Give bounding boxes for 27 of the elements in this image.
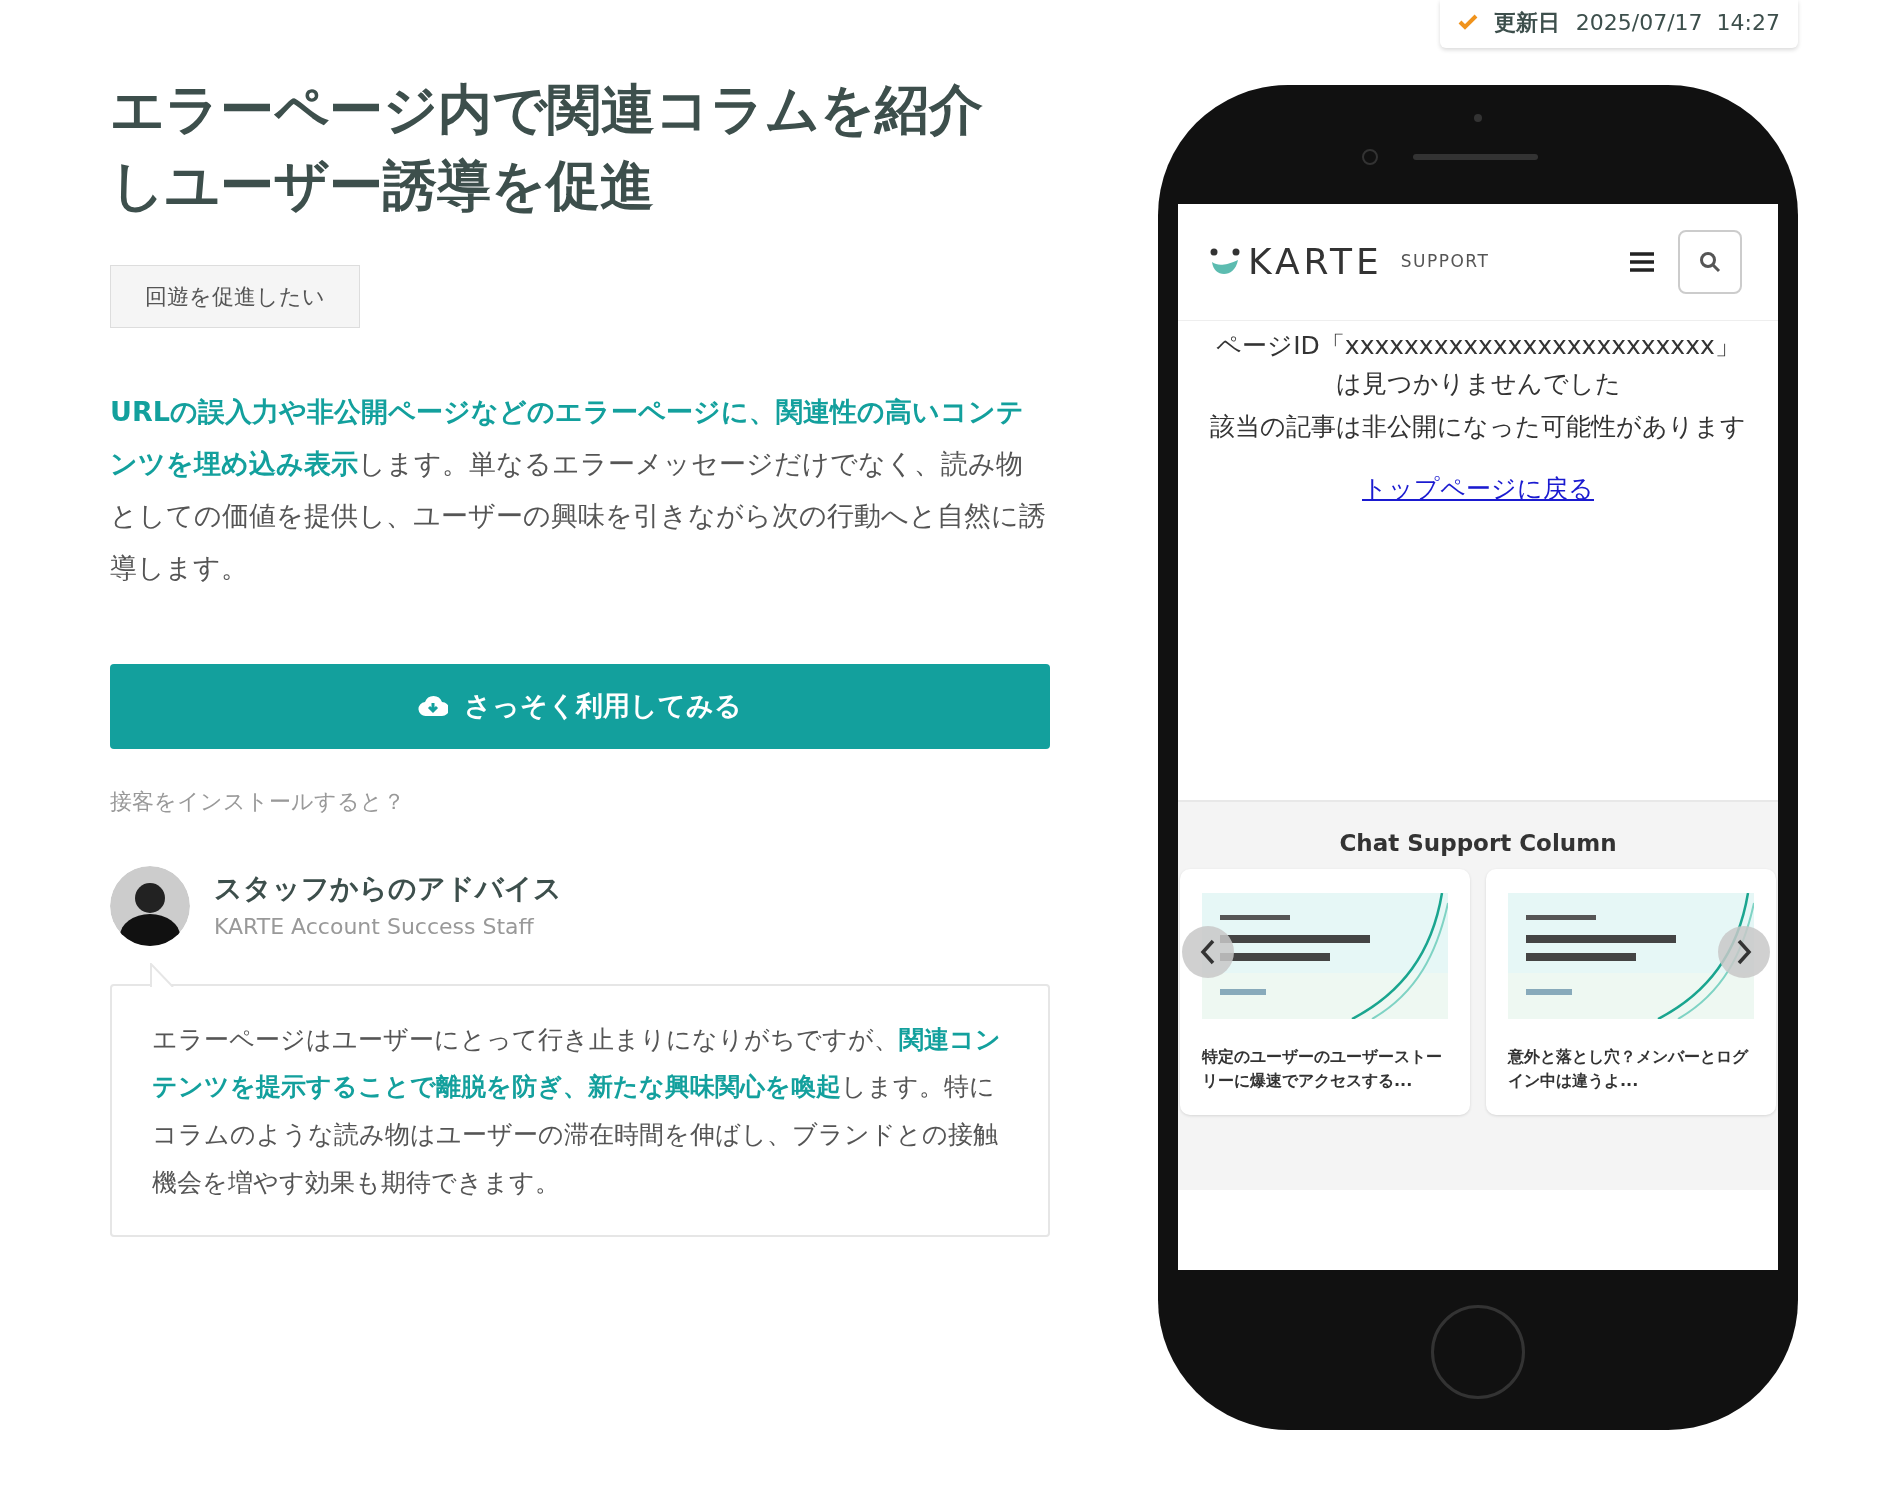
advice-text: エラーページはユーザーにとって行き止まりになりがちですが、関連コンテンツを提示することで離脱を防ぎ、新たな興味関心を喚起します。特にコラムのような読み物はユーザーの滞在時間を伸ばし、ブランドとの接触機会を増やす効果も期待できます。 (152, 1023, 1002, 1199)
section-title: Chat Support Column (1338, 829, 1618, 858)
search-button[interactable] (1678, 230, 1742, 294)
error-message: ページID「xxxxxxxxxxxxxxxxxxxxxxxxx」は見つかりませんでした (1215, 330, 1741, 400)
chevron-left-icon (1200, 939, 1216, 965)
update-label: 更新日 (1493, 8, 1560, 37)
article-card[interactable]: 意外と落とし穴？メンバーとログイン中は違うよ... (1486, 868, 1776, 1115)
menu-icon[interactable] (1630, 252, 1654, 272)
description-text: URLの誤入力や非公開ページなどのエラーページに、関連性の高いコンテンツを埋め込み表示します。単なるエラーメッセージだけでなく、読み物としての価値を提供し、ユーザーの興味を引きながら次の行動へと自然に誘導します。 (110, 395, 1047, 585)
article-title: 特定のユーザーのユーザーストーリーに爆速でアクセスする... (1202, 1045, 1443, 1092)
article-card[interactable]: 特定のユーザーのユーザーストーリーに爆速でアクセスする... (1180, 868, 1470, 1115)
staff-role: KARTE Account Success Staff (214, 913, 535, 941)
logo-icon (1210, 248, 1240, 276)
logo-text: KARTE (1248, 240, 1383, 284)
error-message: 該当の記事は非公開になった可能性があります (1209, 411, 1747, 443)
page-title: エラーページ内で関連コラムを紹介しユーザー誘導を促進 (110, 77, 984, 219)
top-page-link[interactable]: トップページに戻る (1362, 473, 1594, 503)
search-icon (1699, 251, 1721, 273)
update-date: 2025/07/17 14:27 (1575, 8, 1780, 37)
article-title: 意外と落とし穴？メンバーとログイン中は違うよ... (1508, 1045, 1750, 1092)
check-icon (1457, 14, 1478, 30)
chevron-right-icon (1736, 939, 1752, 965)
cloud-download-icon (418, 695, 448, 717)
category-tag: 回遊を促進したい (110, 265, 360, 329)
install-note: 接客をインストールすると？ (110, 787, 406, 816)
logo-subtitle: SUPPORT (1400, 250, 1490, 274)
advice-heading: スタッフからのアドバイス (214, 871, 562, 907)
